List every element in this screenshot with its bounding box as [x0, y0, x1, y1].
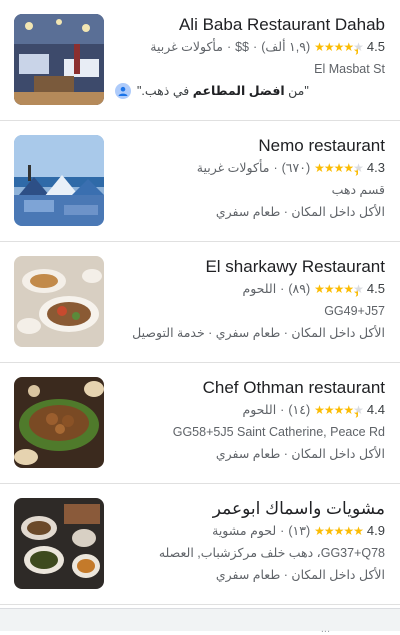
review-count: (٨٩)	[288, 282, 311, 296]
service-options: الأكل داخل المكان · طعام سفري	[215, 568, 385, 582]
address: GG58+5J5 Saint Catherine, Peace Rd	[172, 425, 385, 439]
address: El Masbat St	[314, 62, 385, 76]
review-count: (١,٩ ألف)	[261, 40, 311, 54]
user-avatar-icon	[115, 83, 131, 99]
service-options: الأكل داخل المكان · طعام سفري · خدمة الت…	[132, 326, 385, 340]
address: GG37+Q78، دهب خلف مركزشباب, العصله	[158, 546, 385, 560]
rating-value: 4.4	[366, 402, 385, 417]
results-list: Ali Baba Restaurant Dahab 4.5 ★★★★★ (١,٩…	[0, 0, 400, 605]
star-rating-icon: ★★★★★	[314, 157, 364, 179]
rating-row: 4.4 ★★★★★ (١٤) · اللحوم	[115, 399, 385, 421]
restaurant-name[interactable]: El sharkawy Restaurant	[115, 256, 385, 278]
category: اللحوم	[242, 282, 277, 296]
rating-value: 4.5	[366, 39, 385, 54]
result-card[interactable]: Chef Othman restaurant 4.4 ★★★★★ (١٤) · …	[0, 363, 400, 484]
separator: ·	[280, 403, 285, 417]
separator: ·	[280, 282, 285, 296]
category: اللحوم	[242, 403, 277, 417]
star-rating-icon: ★★★★★	[314, 524, 364, 538]
separator: ·	[280, 524, 285, 538]
service-options: الأكل داخل المكان · طعام سفري	[215, 205, 385, 219]
result-card[interactable]: مشويات واسماك ابوعمر 4.9 ★★★★★ (١٣) · لح…	[0, 484, 400, 605]
restaurant-photo[interactable]	[14, 135, 104, 226]
restaurant-photo[interactable]	[14, 256, 104, 347]
rating-row: 4.5 ★★★★★ (١,٩ ألف) · $$ · مأكولات غربية	[115, 36, 385, 58]
restaurant-name[interactable]: Ali Baba Restaurant Dahab	[115, 14, 385, 36]
restaurant-photo[interactable]	[14, 14, 104, 105]
rating-value: 4.9	[366, 523, 385, 538]
price-level: $$	[235, 40, 250, 54]
rating-row: 4.5 ★★★★★ (٨٩) · اللحوم	[115, 278, 385, 300]
category: مأكولات غربية	[196, 161, 270, 175]
separator: ·	[273, 161, 278, 175]
star-rating-icon: ★★★★★	[314, 399, 364, 421]
service-options: الأكل داخل المكان · طعام سفري	[215, 447, 385, 461]
result-card[interactable]: Nemo restaurant 4.3 ★★★★★ (٦٧٠) · مأكولا…	[0, 121, 400, 242]
rating-row: 4.3 ★★★★★ (٦٧٠) · مأكولات غربية	[115, 157, 385, 179]
star-rating-icon: ★★★★★	[314, 36, 364, 58]
rating-row: 4.9 ★★★★★ (١٣) · لحوم مشوية	[115, 520, 385, 542]
review-snippet: "من افضل المطاعم في ذهب."	[115, 80, 385, 102]
result-card[interactable]: El sharkawy Restaurant 4.5 ★★★★★ (٨٩) · …	[0, 242, 400, 363]
star-rating-icon: ★★★★★	[314, 278, 364, 300]
peek-text: ...	[320, 623, 330, 635]
restaurant-photo[interactable]	[14, 498, 104, 589]
result-card[interactable]: Ali Baba Restaurant Dahab 4.5 ★★★★★ (١,٩…	[0, 0, 400, 121]
rating-value: 4.5	[366, 281, 385, 296]
separator: ·	[253, 40, 258, 54]
review-count: (١٣)	[288, 524, 311, 538]
address: قسم دهب	[331, 183, 385, 197]
separator: ·	[226, 40, 232, 54]
restaurant-name[interactable]: مشويات واسماك ابوعمر	[115, 498, 385, 520]
category: مأكولات غربية	[150, 40, 223, 54]
review-count: (٦٧٠)	[281, 161, 311, 175]
review-count: (١٤)	[288, 403, 311, 417]
bottom-panel-peek: ...	[0, 608, 400, 635]
review-text: "من افضل المطاعم في ذهب."	[137, 84, 309, 98]
restaurant-name[interactable]: Nemo restaurant	[115, 135, 385, 157]
restaurant-name[interactable]: Chef Othman restaurant	[115, 377, 385, 399]
rating-value: 4.3	[366, 160, 385, 175]
category: لحوم مشوية	[212, 524, 277, 538]
address: GG49+J57	[324, 304, 385, 318]
restaurant-photo[interactable]	[14, 377, 104, 468]
